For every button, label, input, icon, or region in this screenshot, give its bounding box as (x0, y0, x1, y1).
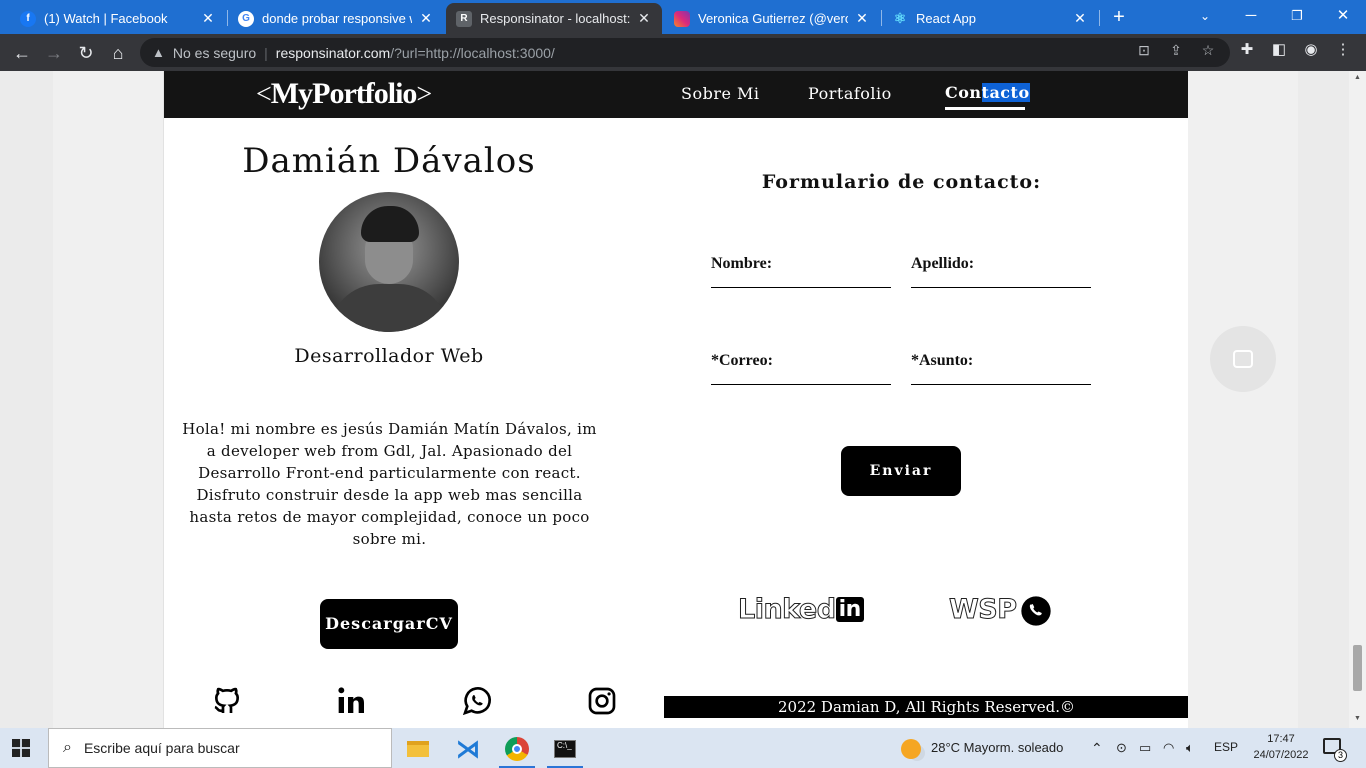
vscode-icon[interactable]: ⋊ (446, 732, 490, 766)
site-logo[interactable]: <MyPortfolio> (256, 77, 432, 111)
restore-button[interactable]: ❐ (1274, 4, 1320, 28)
subject-label: *Asunto: (911, 352, 974, 369)
tab-search-icon[interactable]: ⌄ (1182, 4, 1228, 28)
google-icon: G (238, 10, 254, 27)
portfolio-page: <MyPortfolio> Sobre Mi Portafolio Contac… (163, 71, 1188, 728)
page-scrollbar[interactable]: ▲ ▼ (1349, 71, 1366, 728)
security-label[interactable]: No es seguro (173, 45, 256, 61)
clock-date: 24/07/2022 (1253, 749, 1309, 761)
camera-icon[interactable]: ⊙ (1116, 740, 1127, 756)
taskbar-search[interactable]: ⌕ Escribe aquí para buscar (48, 728, 392, 768)
clock-time: 17:47 (1267, 733, 1295, 745)
tab-react-app[interactable]: ⚛ React App ✕ (882, 3, 1098, 34)
weather-text[interactable]: 28°C Mayorm. soleado (931, 740, 1063, 755)
profile-icon[interactable]: ◉ (1301, 40, 1321, 60)
react-icon: ⚛ (893, 10, 907, 26)
tab-google[interactable]: G donde probar responsive web ✕ (228, 3, 444, 34)
minimize-button[interactable]: ─ (1228, 4, 1274, 28)
menu-icon[interactable]: ⋮ (1333, 40, 1353, 60)
close-icon[interactable]: ✕ (854, 10, 870, 27)
instagram-icon (674, 10, 690, 27)
warning-icon[interactable]: ▲ (152, 45, 165, 60)
wifi-icon[interactable]: ◠ (1163, 740, 1174, 756)
share-icon[interactable]: ⇪ (1166, 40, 1186, 60)
close-icon[interactable]: ✕ (1072, 10, 1088, 27)
browser-toolbar: ← → ↻ ⌂ ▲ No es seguro | responsinator.c… (0, 34, 1366, 71)
terminal-icon[interactable]: C:\_ (543, 732, 587, 768)
nav-about[interactable]: Sobre Mi (681, 84, 760, 103)
new-tab-button[interactable]: + (1108, 6, 1130, 28)
search-icon: ⌕ (63, 739, 72, 756)
linkedin-badge-icon: in (835, 597, 864, 622)
windows-taskbar: ⌕ Escribe aquí para buscar ⋊ C:\_ 28°C M… (0, 728, 1366, 768)
tab-title: React App (916, 11, 976, 26)
email-label: *Correo: (711, 352, 773, 369)
linkedin-icon[interactable] (336, 685, 368, 717)
tab-strip: f (1) Watch | Facebook ✕ G donde probar … (0, 0, 1366, 34)
instagram-icon[interactable] (586, 685, 618, 717)
nav-portfolio[interactable]: Portafolio (808, 84, 892, 103)
home-icon[interactable]: ⌂ (105, 40, 131, 66)
translate-icon[interactable]: ⊡ (1134, 40, 1154, 60)
whatsapp-filled-icon[interactable] (1020, 595, 1052, 627)
last-name-field[interactable]: Apellido: (911, 248, 1091, 288)
bookmark-star-icon[interactable]: ☆ (1198, 40, 1218, 60)
reload-icon[interactable]: ↻ (73, 40, 99, 66)
github-icon[interactable] (211, 685, 243, 717)
facebook-icon: f (20, 10, 36, 27)
search-placeholder: Escribe aquí para buscar (83, 740, 240, 756)
responsinator-icon: R (456, 10, 472, 27)
subject-field[interactable]: *Asunto: (911, 345, 1091, 385)
close-icon[interactable]: ✕ (200, 10, 216, 27)
volume-icon[interactable]: 🔈︎ (1186, 740, 1194, 756)
chevron-up-icon[interactable]: ⌃ (1091, 740, 1103, 757)
last-name-label: Apellido: (911, 255, 975, 272)
close-icon[interactable]: ✕ (636, 10, 652, 27)
tab-title: donde probar responsive web (262, 11, 412, 26)
web-viewport: <MyPortfolio> Sobre Mi Portafolio Contac… (0, 71, 1366, 728)
battery-icon[interactable]: ▭ (1139, 740, 1151, 756)
close-window-button[interactable]: ✕ (1320, 4, 1366, 28)
whatsapp-icon[interactable] (461, 685, 493, 717)
tab-title: Responsinator - localhost:3000 (480, 11, 630, 26)
windows-start-icon[interactable] (12, 739, 30, 757)
scrollbar-thumb[interactable] (1353, 645, 1362, 691)
site-footer: 2022 Damian D, All Rights Reserved.© (664, 696, 1188, 718)
chrome-icon[interactable] (495, 732, 539, 768)
nav-active-underline (945, 107, 1025, 110)
weather-icon[interactable] (896, 732, 926, 766)
notification-count-badge: 3 (1334, 749, 1347, 762)
floating-button[interactable] (1210, 326, 1276, 392)
tab-facebook[interactable]: f (1) Watch | Facebook ✕ (10, 3, 226, 34)
address-bar[interactable]: ▲ No es seguro | responsinator.com/?url=… (140, 38, 1230, 67)
first-name-label: Nombre: (711, 255, 773, 272)
clock[interactable]: 17:47 24/07/2022 (1246, 731, 1316, 763)
first-name-field[interactable]: Nombre: (711, 248, 891, 288)
send-button[interactable]: Enviar (841, 446, 961, 496)
profile-bio: Hola! mi nombre es jesús Damián Matín Dá… (182, 420, 597, 548)
close-icon[interactable]: ✕ (418, 10, 434, 27)
url-path: /?url=http://localhost:3000/ (390, 44, 555, 61)
side-panel-icon[interactable]: ◧ (1269, 40, 1289, 60)
extensions-icon[interactable]: ✚ (1237, 40, 1257, 60)
tab-title: Veronica Gutierrez (@vero.gt (698, 11, 848, 26)
wsp-link[interactable]: WSP (949, 594, 1018, 626)
tab-instagram[interactable]: Veronica Gutierrez (@vero.gt ✕ (664, 3, 880, 34)
tab-title: (1) Watch | Facebook (44, 11, 168, 26)
avatar (319, 192, 459, 332)
language-indicator[interactable]: ESP (1214, 740, 1238, 754)
contact-form-title: Formulario de contacto: (761, 171, 1042, 193)
forward-icon[interactable]: → (41, 40, 67, 66)
nav-contact[interactable]: Contacto (945, 83, 1030, 102)
tab-responsinator[interactable]: R Responsinator - localhost:3000 ✕ (446, 3, 662, 34)
url-host: responsinator.com (275, 44, 391, 61)
linkedin-link[interactable]: Linked in (738, 594, 864, 626)
download-cv-button[interactable]: DescargarCV (320, 599, 458, 649)
email-field[interactable]: *Correo: (711, 345, 891, 385)
back-icon[interactable]: ← (9, 40, 35, 66)
site-header: <MyPortfolio> Sobre Mi Portafolio Contac… (164, 71, 1188, 118)
profile-role: Desarrollador Web (294, 345, 484, 367)
file-explorer-icon[interactable] (396, 732, 440, 766)
profile-name: Damián Dávalos (242, 141, 536, 181)
